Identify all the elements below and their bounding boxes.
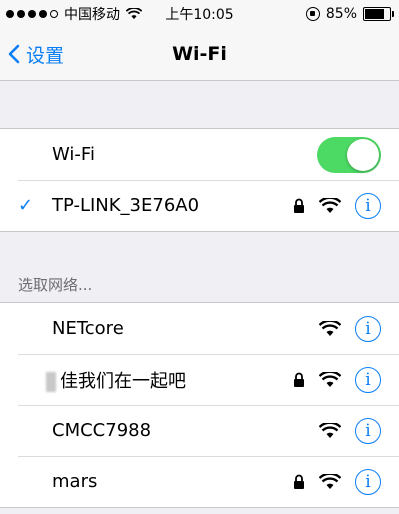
info-button[interactable]: i bbox=[355, 468, 381, 495]
chevron-left-icon bbox=[8, 44, 20, 64]
wifi-toggle-row: Wi-Fi bbox=[0, 129, 399, 180]
wifi-signal-icon bbox=[319, 197, 341, 213]
info-button[interactable]: i bbox=[355, 417, 381, 444]
network-name: mars bbox=[52, 471, 98, 492]
wifi-signal-icon bbox=[319, 371, 341, 387]
toggle-knob bbox=[347, 138, 379, 171]
network-name-wrapper: 佳我们在一起吧 bbox=[46, 367, 186, 393]
choose-network-header: 选取网络... bbox=[18, 276, 93, 294]
info-button[interactable]: i bbox=[355, 192, 381, 219]
network-list: NETcore i 佳我们在一起吧 i CMCC7988 i mars i bbox=[0, 302, 399, 508]
status-time: 上午10:05 bbox=[165, 7, 234, 23]
lock-icon bbox=[294, 198, 304, 213]
battery-percent: 85% bbox=[325, 6, 357, 22]
wifi-signal-icon bbox=[319, 422, 341, 438]
connected-network-name: TP-LINK_3E76A0 bbox=[52, 195, 200, 216]
battery-icon bbox=[363, 7, 394, 21]
signal-strength-icon bbox=[6, 10, 58, 18]
network-row-together[interactable]: 佳我们在一起吧 i bbox=[0, 354, 399, 405]
network-name: CMCC7988 bbox=[52, 420, 152, 441]
lock-icon bbox=[294, 372, 304, 387]
checkmark-icon: ✓ bbox=[18, 195, 34, 216]
wifi-settings-group: Wi-Fi ✓ TP-LINK_3E76A0 i bbox=[0, 128, 399, 232]
connected-network-row[interactable]: ✓ TP-LINK_3E76A0 i bbox=[0, 180, 399, 231]
network-row-netcore[interactable]: NETcore i bbox=[0, 303, 399, 354]
network-row-mars[interactable]: mars i bbox=[0, 456, 399, 507]
network-name: 佳我们在一起吧 bbox=[60, 370, 186, 392]
status-bar: 中国移动 上午10:05 85% bbox=[0, 0, 399, 28]
back-button[interactable]: 设置 bbox=[8, 28, 64, 80]
blurred-emoji bbox=[46, 371, 56, 392]
network-row-cmcc7988[interactable]: CMCC7988 i bbox=[0, 405, 399, 456]
wifi-signal-icon bbox=[319, 473, 341, 489]
rotation-lock-icon bbox=[305, 7, 320, 21]
lock-icon bbox=[294, 474, 304, 489]
info-button[interactable]: i bbox=[355, 315, 381, 342]
navigation-bar: 设置 Wi-Fi bbox=[0, 28, 399, 81]
wifi-toggle-label: Wi-Fi bbox=[52, 144, 95, 165]
status-wifi-icon bbox=[126, 8, 142, 20]
network-name: NETcore bbox=[52, 318, 124, 339]
wifi-signal-icon bbox=[319, 320, 341, 336]
carrier-name: 中国移动 bbox=[64, 7, 120, 23]
info-button[interactable]: i bbox=[355, 366, 381, 393]
back-label: 设置 bbox=[26, 44, 65, 67]
wifi-toggle-switch[interactable] bbox=[317, 136, 381, 173]
